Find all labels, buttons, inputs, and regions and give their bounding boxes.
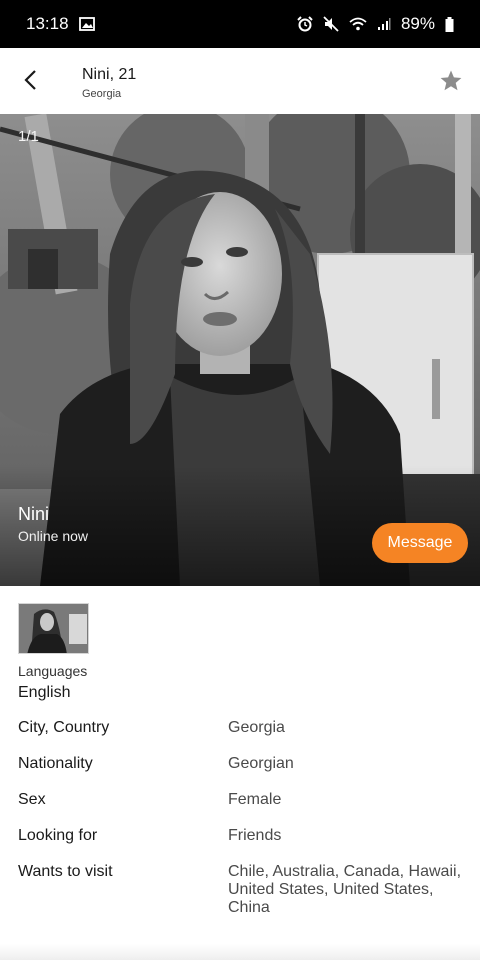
mute-icon — [323, 16, 339, 32]
photo-counter: 1/1 — [18, 128, 39, 145]
favorite-button[interactable] — [436, 66, 466, 96]
status-right: 89% — [297, 14, 454, 34]
wifi-icon — [349, 17, 367, 31]
wants-to-visit-value: Chile, Australia, Canada, Hawaii, United… — [228, 863, 462, 916]
profile-title-block: Nini, 21 Georgia — [82, 66, 136, 100]
city-country-value: Georgia — [228, 719, 285, 736]
bottom-edge — [0, 944, 480, 960]
star-icon — [440, 70, 462, 91]
profile-title: Nini, 21 — [82, 66, 137, 83]
back-button[interactable] — [14, 62, 46, 98]
languages-value: English — [18, 684, 71, 701]
app-header: Nini, 21 Georgia — [0, 48, 480, 114]
message-button[interactable]: Message — [372, 523, 468, 563]
city-country-label: City, Country — [18, 719, 110, 736]
status-time: 13:18 — [26, 14, 69, 33]
profile-subtitle: Georgia — [82, 88, 122, 100]
battery-icon — [445, 16, 454, 32]
photo-thumbnail-image — [19, 604, 88, 653]
sex-label: Sex — [18, 791, 46, 808]
alarm-icon — [297, 16, 313, 32]
nationality-label: Nationality — [18, 755, 93, 772]
wants-to-visit-label: Wants to visit — [18, 863, 113, 880]
status-left: 13:18 — [26, 14, 95, 34]
profile-photo[interactable]: 1/1 Nini Online now Message — [0, 114, 480, 586]
battery-percent: 89% — [400, 14, 435, 33]
photo-profile-name: Nini — [18, 504, 50, 524]
languages-label: Languages — [18, 663, 88, 679]
image-icon — [78, 17, 95, 31]
back-arrow-icon — [24, 70, 36, 90]
sex-value: Female — [228, 791, 282, 808]
status-bar: 13:18 89% — [0, 0, 480, 48]
online-status: Online now — [18, 528, 89, 544]
nationality-value: Georgian — [228, 755, 294, 772]
looking-for-value: Friends — [228, 827, 282, 844]
looking-for-label: Looking for — [18, 827, 98, 844]
photo-thumbnail[interactable] — [18, 603, 89, 654]
signal-icon — [377, 17, 391, 31]
